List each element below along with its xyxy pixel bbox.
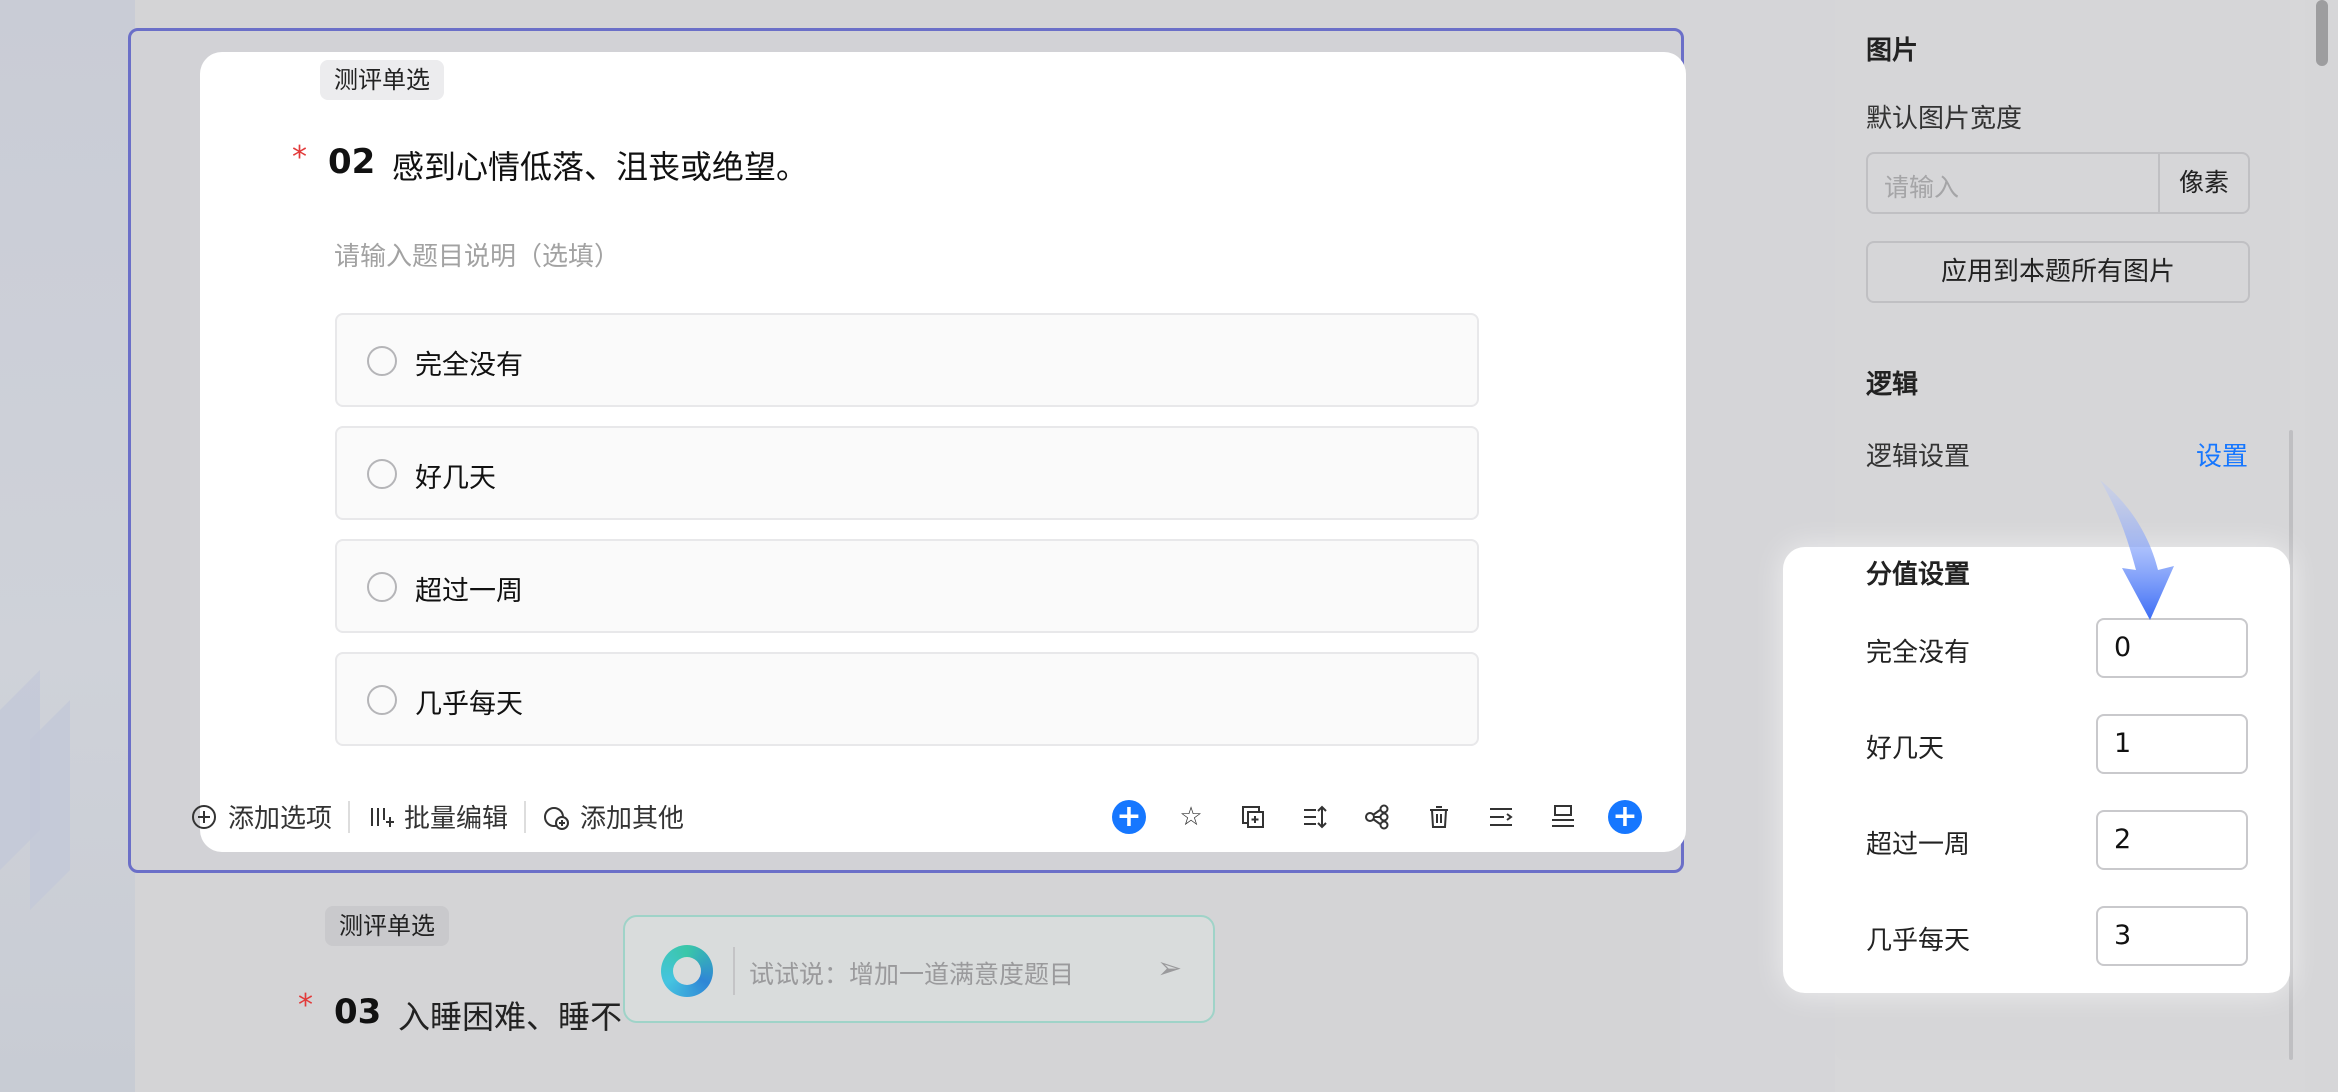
next-question-type-tag: 测评单选 — [325, 906, 449, 946]
score-input[interactable]: 2 — [2096, 810, 2248, 870]
logic-setting-link[interactable]: 设置 — [2196, 436, 2248, 473]
option-item[interactable]: 好几天 — [335, 426, 1479, 520]
radio-icon[interactable] — [367, 685, 397, 715]
copy-icon[interactable] — [1236, 800, 1270, 834]
ai-prompt-input[interactable]: 试试说：增加一道满意度题目 — [749, 955, 1074, 991]
add-other-icon — [544, 806, 570, 830]
page-scrollbar[interactable] — [2305, 0, 2338, 1092]
option-item[interactable]: 超过一周 — [335, 539, 1479, 633]
next-required-mark: * — [298, 988, 313, 1023]
image-width-input[interactable]: 请输入 — [1884, 168, 1959, 204]
left-background — [0, 0, 135, 1092]
indent-icon[interactable] — [1484, 800, 1518, 834]
toolbar-divider — [348, 800, 351, 833]
batch-edit-label: 批量编辑 — [404, 804, 509, 834]
score-input[interactable]: 1 — [2096, 714, 2248, 774]
page-scroll-thumb[interactable] — [2316, 0, 2328, 66]
sort-icon[interactable] — [1298, 800, 1332, 834]
score-row-label: 超过一周 — [1866, 830, 1971, 860]
star-icon[interactable]: ☆ — [1174, 800, 1208, 834]
add-option-icon — [192, 804, 216, 829]
required-mark: * — [292, 140, 307, 175]
option-item[interactable]: 几乎每天 — [335, 652, 1479, 746]
next-question-title[interactable]: 入睡困难、睡不 — [398, 992, 622, 1038]
apply-all-images-button[interactable]: 应用到本题所有图片 — [1866, 241, 2250, 303]
score-row-label: 好几天 — [1866, 734, 1945, 764]
ai-divider — [733, 947, 735, 995]
batch-edit-icon — [371, 807, 395, 827]
option-label[interactable]: 几乎每天 — [415, 682, 523, 721]
add-circle-icon[interactable]: + — [1608, 800, 1642, 834]
radio-icon[interactable] — [367, 459, 397, 489]
option-label[interactable]: 完全没有 — [415, 343, 523, 382]
question-toolbar-right: + ☆ + — [1112, 800, 1642, 834]
question-number: 02 — [328, 142, 376, 182]
image-width-field[interactable]: 请输入 像素 — [1866, 152, 2250, 214]
ai-logo-icon — [661, 945, 713, 997]
radio-icon[interactable] — [367, 346, 397, 376]
logic-section-title: 逻辑 — [1866, 370, 1919, 400]
score-settings-title: 分值设置 — [1866, 560, 1971, 590]
score-row-label: 几乎每天 — [1866, 926, 1971, 956]
question-description-input[interactable]: 请输入题目说明（选填） — [334, 236, 620, 273]
send-icon[interactable]: ➢ — [1157, 951, 1182, 986]
default-width-label: 默认图片宽度 — [1866, 104, 2023, 134]
option-label[interactable]: 好几天 — [415, 456, 496, 495]
next-question-number: 03 — [334, 992, 382, 1032]
question-toolbar-left: 添加选项 批量编辑 添加其他 — [190, 798, 684, 835]
score-input[interactable]: 3 — [2096, 906, 2248, 966]
trash-icon[interactable] — [1422, 800, 1456, 834]
logic-branch-icon[interactable] — [1360, 800, 1394, 834]
guide-arrow-icon — [2100, 480, 2174, 620]
question-type-tag: 测评单选 — [320, 60, 444, 100]
width-unit: 像素 — [2158, 154, 2248, 212]
batch-edit-button[interactable]: 批量编辑 — [366, 798, 508, 835]
add-option-button[interactable]: 添加选项 — [190, 798, 332, 835]
question-title[interactable]: 感到心情低落、沮丧或绝望。 — [392, 142, 808, 188]
toolbar-divider — [524, 800, 527, 833]
add-circle-icon[interactable]: + — [1112, 800, 1146, 834]
ai-assistant-bar[interactable]: 试试说：增加一道满意度题目 ➢ — [623, 915, 1215, 1023]
logic-setting-label: 逻辑设置 — [1866, 442, 1971, 472]
add-option-label: 添加选项 — [228, 804, 333, 834]
radio-icon[interactable] — [367, 572, 397, 602]
image-section-title: 图片 — [1866, 36, 1919, 66]
option-item[interactable]: 完全没有 — [335, 313, 1479, 407]
layout-icon[interactable] — [1546, 800, 1580, 834]
add-other-button[interactable]: 添加其他 — [542, 798, 684, 835]
add-other-label: 添加其他 — [580, 804, 685, 834]
option-label[interactable]: 超过一周 — [415, 569, 523, 608]
score-row-label: 完全没有 — [1866, 638, 1971, 668]
